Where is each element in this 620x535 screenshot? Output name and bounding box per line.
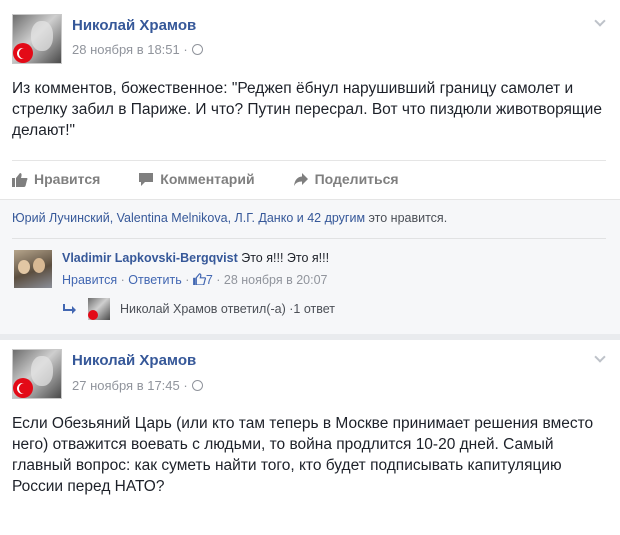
comment-like-count[interactable]: 7 [206,273,213,287]
share-button[interactable]: Поделиться [293,168,399,190]
comment-body: Vladimir Lapkovski-Bergqvist Это я!!! Эт… [62,251,329,265]
avatar-person [18,260,30,274]
comment-icon [139,172,154,186]
commenter-avatar[interactable] [14,250,52,288]
share-icon [293,172,308,186]
separator: · [181,273,193,287]
post-timestamp[interactable]: 28 ноября в 18:51 · [72,42,203,57]
post-time[interactable]: 27 ноября в 17:45 · [72,378,188,393]
view-replies-link[interactable]: Николай Храмов ответил(-а) · 1 ответ [62,298,335,320]
likes-suffix: это нравится. [365,211,448,225]
turkish-flag-icon [88,310,98,320]
separator: · [117,273,129,287]
chevron-down-icon[interactable] [594,351,606,363]
post-1: Николай Храмов 28 ноября в 18:51 · Из ко… [0,0,620,334]
reply-summary-text: Николай Храмов ответил(-а) · [120,302,294,316]
comments-section: Юрий Лучинский, Valentina Melnikova, Л.Г… [0,199,620,334]
comment-text: Это я!!! Это я!!! [237,251,330,265]
likes-summary: Юрий Лучинский, Valentina Melnikova, Л.Г… [12,211,447,225]
post-author[interactable]: Николай Храмов [72,352,196,369]
thumbs-up-icon [192,273,206,286]
post-time[interactable]: 28 ноября в 18:51 · [72,42,188,57]
comment-reply-link[interactable]: Ответить [128,273,181,287]
post-text: Из комментов, божественное: "Реджеп ёбну… [12,80,602,139]
like-button[interactable]: Нравится [12,168,100,190]
post-2: Николай Храмов 27 ноября в 17:45 · Если … [0,340,620,535]
avatar-person [33,258,45,273]
divider [12,238,606,239]
comment-time[interactable]: · 28 ноября в 20:07 [213,273,327,287]
thumbs-up-icon [12,172,28,187]
crescent-icon [17,48,28,59]
likers-link[interactable]: Юрий Лучинский, Valentina Melnikova, Л.Г… [12,211,365,225]
globe-icon [191,44,203,55]
avatar-face [31,356,53,386]
author-avatar[interactable] [12,349,62,399]
globe-icon [191,380,203,391]
reply-arrow-icon [63,304,76,314]
post-timestamp[interactable]: 27 ноября в 17:45 · [72,378,203,393]
post-actions: Нравится Комментарий Поделиться [12,168,606,190]
divider [12,160,606,161]
reply-author-avatar [88,298,110,320]
crescent-icon [17,383,28,394]
post-author[interactable]: Николай Храмов [72,17,196,34]
comment-button[interactable]: Комментарий [138,168,255,190]
comment-like-link[interactable]: Нравится [62,273,117,287]
reply-count[interactable]: 1 ответ [293,302,335,316]
share-label: Поделиться [314,171,399,187]
post-text: Если Обезьяний Царь (или кто там теперь … [12,415,594,495]
comment-meta: Нравится · Ответить · 7 · 28 ноября в 20… [62,273,328,287]
chevron-down-icon[interactable] [594,15,606,27]
like-label: Нравится [34,171,101,187]
avatar-face [31,21,53,51]
comment-author[interactable]: Vladimir Lapkovski-Bergqvist [62,251,238,265]
author-avatar[interactable] [12,14,62,64]
comment-label: Комментарий [160,171,255,187]
